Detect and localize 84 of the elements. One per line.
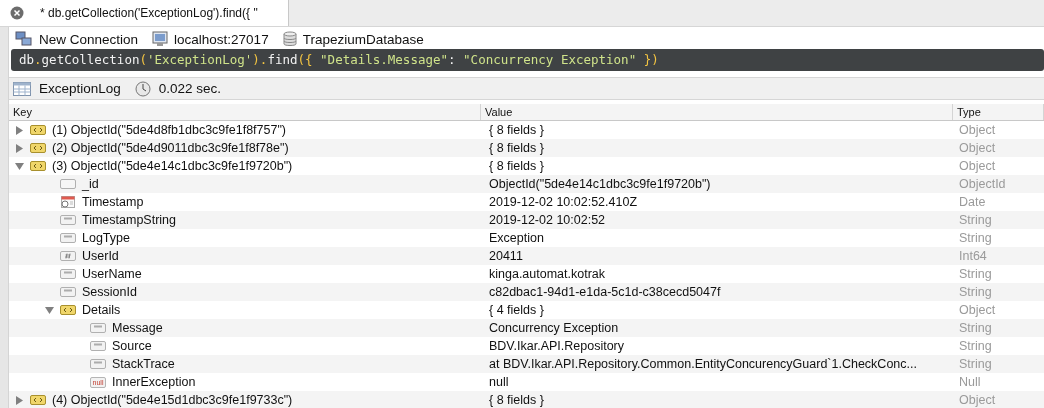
quotes-icon [60,268,76,280]
field-type: Object [959,141,996,155]
calendar-clock-icon [60,196,76,208]
quotes-icon [60,232,76,244]
field-key: (2) ObjectId("5de4d9011dbc3c9fe1f8f78e") [52,141,289,155]
field-value: c82dbac1-94d1-e1da-5c1d-c38cecd5047f [489,285,721,299]
column-header[interactable]: Key [9,104,481,120]
field-type: Object [959,393,996,407]
field-key: InnerException [112,375,196,389]
field-type: String [959,357,992,371]
field-key: TimestampString [82,213,176,227]
query-time: 0.022 sec. [158,81,222,96]
field-type: Date [959,195,986,209]
braces-icon [60,304,76,316]
field-value: { 4 fields } [489,303,544,317]
field-type: String [959,213,992,227]
field-value: { 8 fields } [489,123,544,137]
expand-icon[interactable] [15,395,24,405]
braces-icon [30,394,46,406]
query-editor[interactable]: db.getCollection('ExceptionLog').find({ "Details.Message": "Concurrency Exception" }) [11,49,1044,71]
field-type: Object [959,123,996,137]
field-value: BDV.Ikar.API.Repository [489,339,625,353]
field-value: { 8 fields } [489,159,544,173]
collapse-icon[interactable] [15,161,24,171]
field-value: Concurrency Exception [489,321,619,335]
field-key: Details [82,303,121,317]
field-type: String [959,231,992,245]
braces-icon [30,142,46,154]
quotes-icon [90,358,106,370]
field-key: UserId [82,249,119,263]
field-key: _id [82,177,99,191]
field-type: Null [959,375,981,389]
field-key: (3) ObjectId("5de4e14c1dbc3c9fe1f9720b") [52,159,293,173]
braces-icon [30,160,46,172]
field-key: (1) ObjectId("5de4d8fb1dbc3c9fe1f8f757") [52,123,287,137]
collection-name: ExceptionLog [39,81,121,96]
field-value: null [489,375,509,389]
field-value: Exception [489,231,544,245]
field-value: 20411 [489,249,523,263]
quotes-icon [60,214,76,226]
server-label: localhost:27017 [174,31,269,47]
field-value: at BDV.Ikar.API.Repository.Common.EntityConcurencyGuard`1.CheckConc... [489,357,917,371]
field-type: Object [959,159,996,173]
field-key: StackTrace [112,357,175,371]
column-header[interactable]: Type [953,104,1044,120]
field-type: String [959,339,992,353]
field-key: Timestamp [82,195,144,209]
quotes-icon [90,340,106,352]
field-key: LogType [82,231,130,245]
monitor-icon [152,31,169,47]
field-value: { 8 fields } [489,141,544,155]
query-tab[interactable]: * db.getCollection('ExceptionLog').find({ " [0,0,289,26]
field-type: String [959,267,992,281]
database-icon [282,31,297,47]
field-key: Message [112,321,163,335]
computers-icon [15,31,33,47]
connection-label: New Connection [39,31,139,47]
field-value: ObjectId("5de4e14c1dbc3c9fe1f9720b") [489,177,711,191]
field-value: { 8 fields } [489,393,544,407]
field-value: kinga.automat.kotrak [489,267,606,281]
blank-field-icon [60,178,76,190]
column-header[interactable]: Value [481,104,953,120]
database-label: TrapeziumDatabase [302,31,424,47]
field-type: ObjectId [959,177,1006,191]
hash-icon [60,250,76,262]
field-type: Int64 [959,249,987,263]
field-type: String [959,321,992,335]
field-type: String [959,285,992,299]
field-key: UserName [82,267,142,281]
field-value: 2019-12-02 10:02:52 [489,213,606,227]
field-key: (4) ObjectId("5de4e15d1dbc3c9fe1f9733c") [52,393,293,407]
quotes-icon [60,286,76,298]
quotes-icon [90,322,106,334]
field-key: SessionId [82,285,137,299]
expand-icon[interactable] [15,143,24,153]
collapse-icon[interactable] [45,305,54,315]
close-icon[interactable] [10,6,24,20]
expand-icon[interactable] [15,125,24,135]
field-type: Object [959,303,996,317]
braces-icon [30,124,46,136]
clock-icon [134,80,151,97]
field-value: 2019-12-02 10:02:52.410Z [489,195,638,209]
field-key: Source [112,339,152,353]
table-icon [13,81,31,96]
